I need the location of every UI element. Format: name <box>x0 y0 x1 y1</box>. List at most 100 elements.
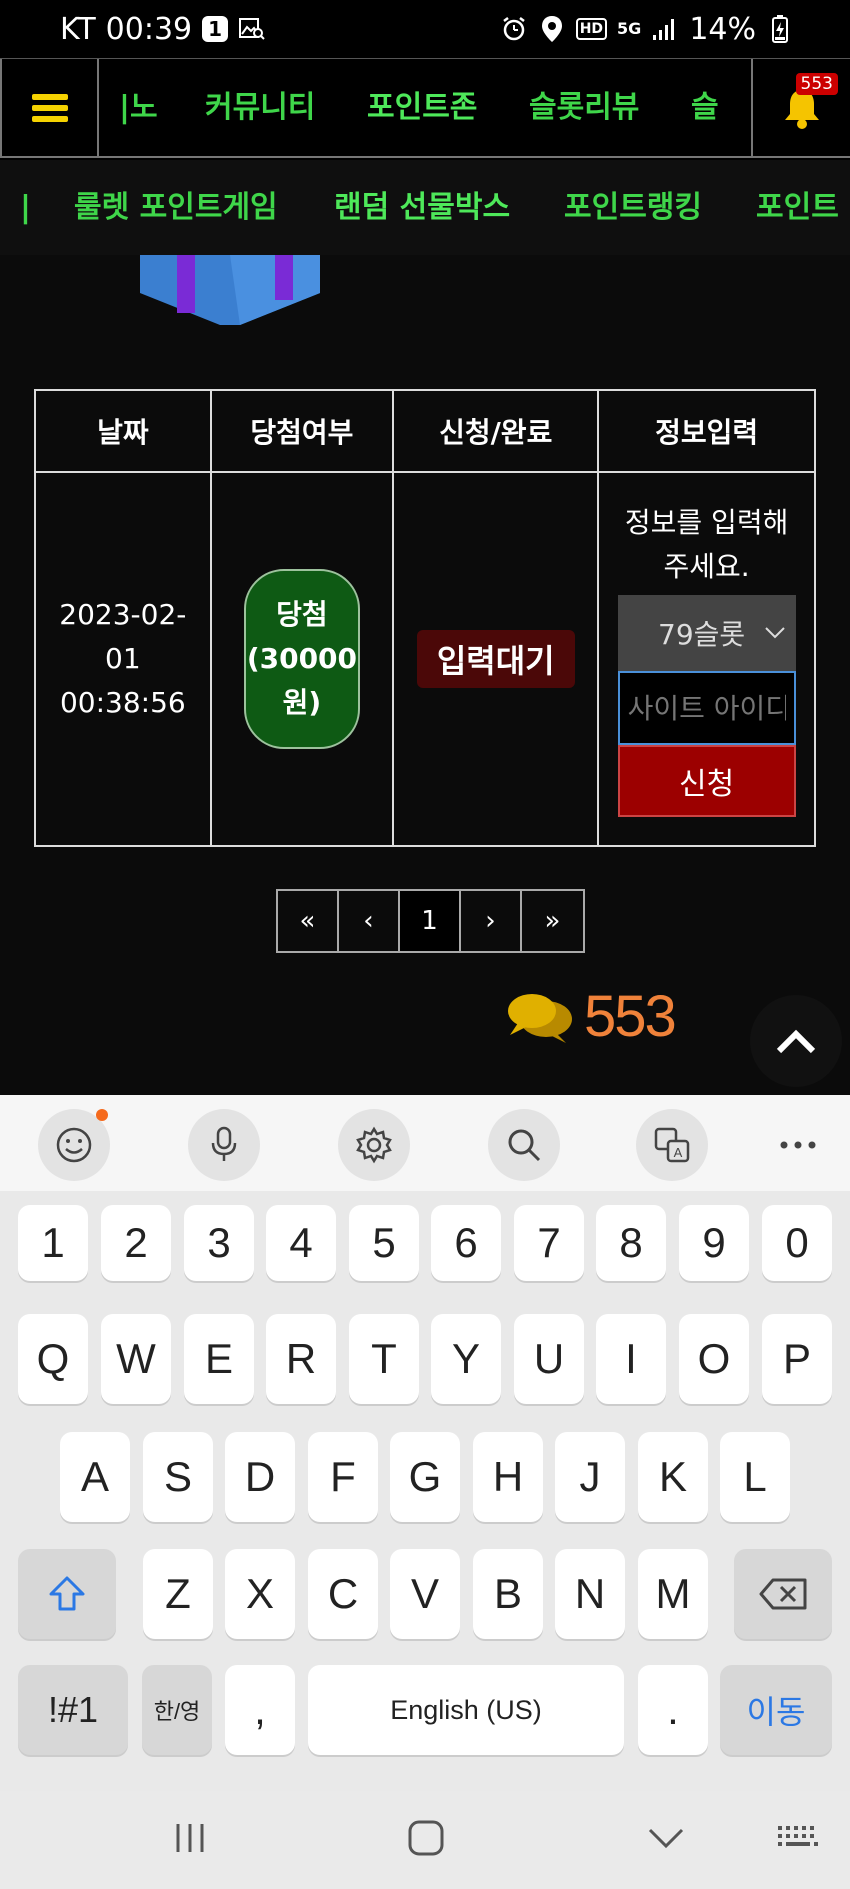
key-w[interactable]: W <box>101 1314 171 1404</box>
emoji-icon <box>56 1127 92 1163</box>
language-toggle-key[interactable]: 한/영 <box>142 1665 212 1755</box>
key-1[interactable]: 1 <box>18 1205 88 1281</box>
notification-count: 553 <box>795 73 838 95</box>
emoji-button[interactable] <box>38 1109 110 1181</box>
pagination: « ‹ 1 › » <box>276 889 585 953</box>
key-8[interactable]: 8 <box>596 1205 666 1281</box>
giftbox-result-table: 날짜 당첨여부 신청/완료 정보입력 2023-02- 01 00:38:56 … <box>34 389 816 847</box>
chat-button[interactable]: 553 <box>506 983 677 1050</box>
table-row: 2023-02- 01 00:38:56 당첨 (30000 원) 입력대기 정… <box>34 471 816 847</box>
key-x[interactable]: X <box>225 1549 295 1639</box>
key-u[interactable]: U <box>514 1314 584 1404</box>
key-d[interactable]: D <box>225 1432 295 1522</box>
scroll-top-button[interactable] <box>750 995 842 1087</box>
key-2[interactable]: 2 <box>101 1205 171 1281</box>
subnav-item-random-giftbox[interactable]: 랜덤 선물박스 <box>334 160 510 255</box>
keyboard-settings-button[interactable] <box>338 1109 410 1181</box>
key-g[interactable]: G <box>390 1432 460 1522</box>
nav-item-community[interactable]: 커뮤니티 <box>205 59 315 157</box>
key-3[interactable]: 3 <box>184 1205 254 1281</box>
space-key[interactable]: English (US) <box>308 1665 624 1755</box>
subnav-item-roulette[interactable]: 룰렛 포인트게임 <box>74 160 278 255</box>
result-cell: 당첨 (30000 원) <box>209 471 395 847</box>
key-b[interactable]: B <box>473 1549 543 1639</box>
more-options-button[interactable] <box>762 1109 834 1181</box>
key-0[interactable]: 0 <box>762 1205 832 1281</box>
info-prompt: 정보를 입력해 주세요. <box>624 506 789 583</box>
battery-charging-icon <box>766 15 794 43</box>
shift-key[interactable] <box>18 1549 116 1639</box>
key-n[interactable]: N <box>555 1549 625 1639</box>
key-h[interactable]: H <box>473 1432 543 1522</box>
key-4[interactable]: 4 <box>266 1205 336 1281</box>
key-j[interactable]: J <box>555 1432 625 1522</box>
nav-item-slot-review[interactable]: 슬롯리뷰 <box>529 59 639 157</box>
header-date: 날짜 <box>34 389 212 473</box>
key-v[interactable]: V <box>390 1549 460 1639</box>
menu-button[interactable] <box>0 59 99 157</box>
key-e[interactable]: E <box>184 1314 254 1404</box>
info-cell: 정보를 입력해 주세요. 79슬롯 신청 <box>597 471 816 847</box>
keyboard-hide-button[interactable] <box>768 1813 828 1863</box>
recent-apps-button[interactable] <box>160 1813 220 1863</box>
voice-input-button[interactable] <box>188 1109 260 1181</box>
site-id-input[interactable] <box>617 671 796 745</box>
nav-item-pointzone[interactable]: 포인트존 <box>367 59 477 157</box>
chevron-up-icon <box>776 1029 816 1054</box>
key-i[interactable]: I <box>596 1314 666 1404</box>
site-select[interactable]: 79슬롯 <box>617 595 796 671</box>
key-k[interactable]: K <box>638 1432 708 1522</box>
apply-button[interactable]: 신청 <box>617 745 796 817</box>
key-c[interactable]: C <box>308 1549 378 1639</box>
page-current[interactable]: 1 <box>400 891 461 951</box>
top-nav-scroller[interactable]: |노 커뮤니티 포인트존 슬롯리뷰 슬 <box>101 59 751 157</box>
key-l[interactable]: L <box>720 1432 790 1522</box>
page-first-button[interactable]: « <box>278 891 339 951</box>
key-5[interactable]: 5 <box>349 1205 419 1281</box>
key-s[interactable]: S <box>143 1432 213 1522</box>
subnav-item-point-ranking[interactable]: 포인트랭킹 <box>564 160 702 255</box>
notification-button[interactable]: 553 <box>751 59 850 157</box>
page-next-button[interactable]: › <box>461 891 522 951</box>
go-key[interactable]: 이동 <box>720 1665 832 1755</box>
header-info: 정보입력 <box>597 389 816 473</box>
keyboard-search-button[interactable] <box>488 1109 560 1181</box>
key-r[interactable]: R <box>266 1314 336 1404</box>
comma-key[interactable]: , <box>225 1665 295 1755</box>
page-last-button[interactable]: » <box>522 891 583 951</box>
translate-button[interactable]: A <box>636 1109 708 1181</box>
keyboard-icon <box>778 1826 818 1846</box>
translate-icon: A <box>654 1127 690 1163</box>
sub-navigation: | 룰렛 포인트게임 랜덤 선물박스 포인트랭킹 포인트 <box>0 160 850 255</box>
key-q[interactable]: Q <box>18 1314 88 1404</box>
key-f[interactable]: F <box>308 1432 378 1522</box>
key-6[interactable]: 6 <box>431 1205 501 1281</box>
page-prev-button[interactable]: ‹ <box>339 891 400 951</box>
gear-icon <box>356 1126 392 1164</box>
battery-percent: 14% <box>689 11 756 47</box>
main-content: 날짜 당첨여부 신청/완료 정보입력 2023-02- 01 00:38:56 … <box>0 255 850 1095</box>
alarm-icon <box>500 15 528 43</box>
symbols-key[interactable]: !#1 <box>18 1665 128 1755</box>
key-z[interactable]: Z <box>143 1549 213 1639</box>
nav-item-slot[interactable]: 슬 <box>691 59 719 157</box>
subnav-item-prev[interactable]: | <box>20 160 31 255</box>
soft-keyboard: A 1 2 3 4 5 6 7 8 9 0 Q W E R T Y U I O … <box>0 1095 850 1889</box>
key-y[interactable]: Y <box>431 1314 501 1404</box>
key-a[interactable]: A <box>60 1432 130 1522</box>
clock: 00:39 <box>105 11 193 47</box>
key-o[interactable]: O <box>679 1314 749 1404</box>
subnav-item-point-more[interactable]: 포인트 <box>756 160 839 255</box>
nav-item-casino[interactable]: |노 <box>119 59 158 157</box>
key-9[interactable]: 9 <box>679 1205 749 1281</box>
back-button[interactable] <box>636 1813 696 1863</box>
chevron-down-icon <box>764 627 785 639</box>
key-m[interactable]: M <box>638 1549 708 1639</box>
backspace-key[interactable] <box>734 1549 832 1639</box>
period-key[interactable]: . <box>638 1665 708 1755</box>
home-button[interactable] <box>396 1813 456 1863</box>
key-p[interactable]: P <box>762 1314 832 1404</box>
hamburger-icon <box>31 94 68 122</box>
key-t[interactable]: T <box>349 1314 419 1404</box>
key-7[interactable]: 7 <box>514 1205 584 1281</box>
